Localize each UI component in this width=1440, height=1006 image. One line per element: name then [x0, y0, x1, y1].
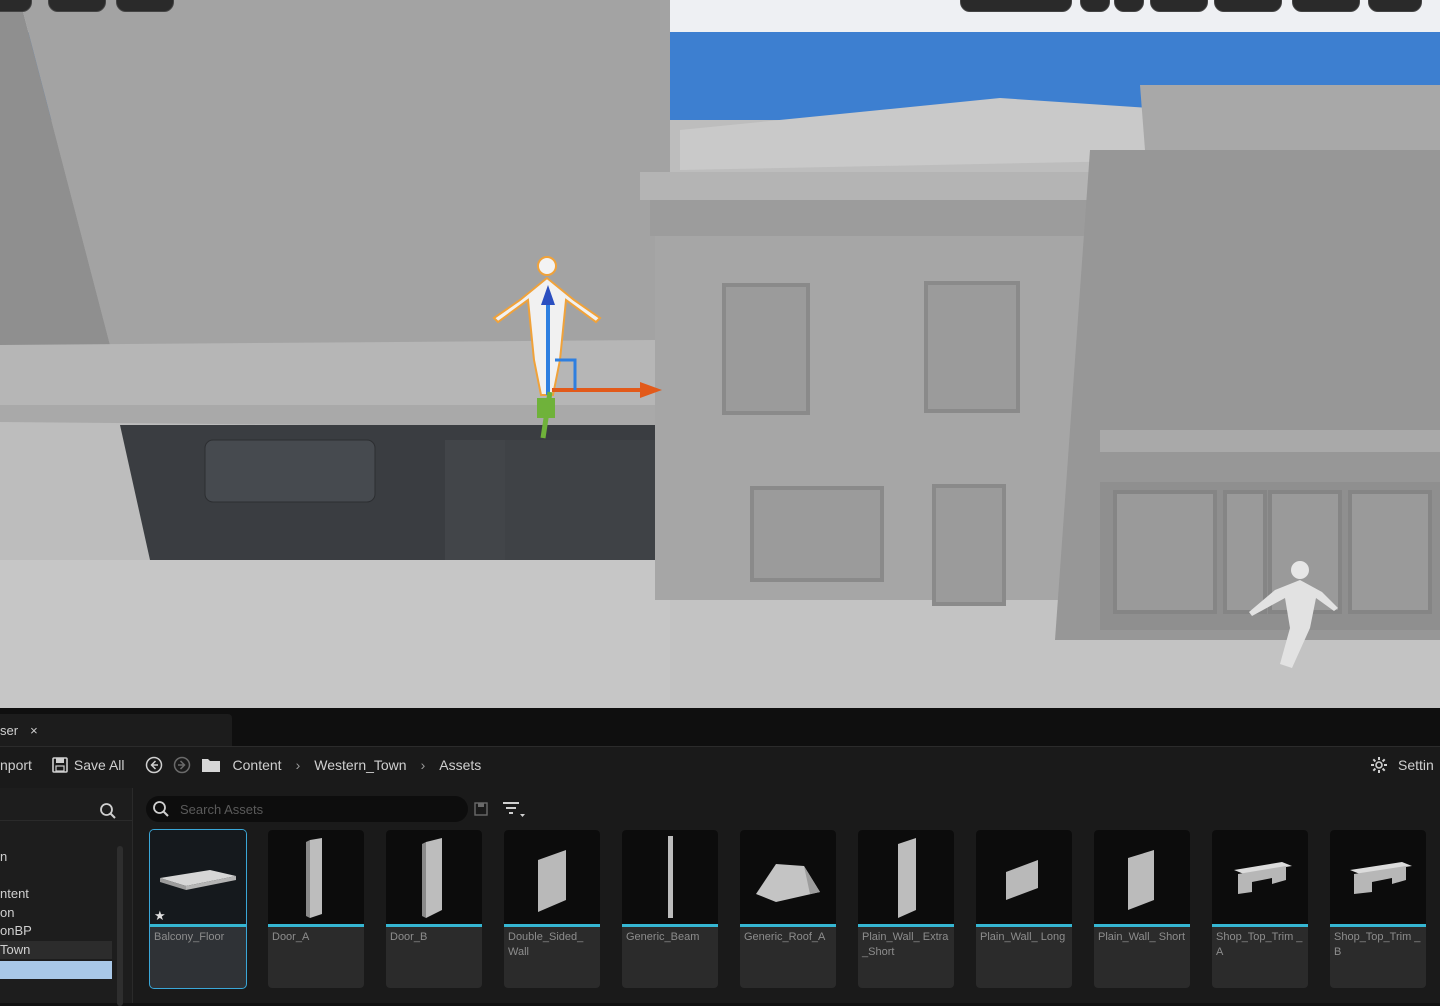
asset-tile[interactable]: Generic_Beam — [622, 830, 718, 988]
asset-tile[interactable]: Double_Sided_ Wall — [504, 830, 600, 988]
close-icon[interactable]: × — [30, 723, 38, 738]
breadcrumb-western-town[interactable]: Western_Town — [314, 757, 406, 773]
wall-mesh-icon — [538, 850, 566, 912]
search-icon[interactable] — [99, 802, 117, 820]
level-viewport[interactable] — [0, 0, 1440, 708]
save-icon — [52, 757, 68, 773]
forward-arrow-icon[interactable] — [173, 756, 191, 774]
tree-item[interactable]: on — [0, 904, 14, 922]
asset-name: Door_A — [272, 931, 310, 943]
import-button[interactable]: nport — [0, 757, 32, 773]
tree-item-assets-selected[interactable] — [0, 961, 112, 979]
asset-name: Balcony_Floor — [154, 931, 225, 943]
viewport-menu-icon[interactable] — [0, 0, 32, 12]
asset-tile[interactable]: ★ Balcony_Floor — [149, 829, 247, 989]
viewport-lit-mode[interactable] — [116, 0, 174, 12]
asset-tile[interactable]: Shop_Top_Trim _B — [1330, 830, 1426, 988]
asset-name: Double_Sided_ Wall — [508, 931, 584, 958]
transform-tools[interactable] — [960, 0, 1072, 12]
maximize-viewport-icon[interactable] — [1368, 0, 1422, 12]
wall-mesh-icon — [898, 838, 916, 918]
breadcrumb-content[interactable]: Content — [233, 757, 282, 773]
roof-mesh-icon — [756, 864, 820, 902]
wall-mesh-icon — [1006, 860, 1038, 900]
tree-item[interactable]: n — [0, 848, 7, 866]
scale-snap-icon[interactable] — [1214, 0, 1282, 12]
folder-tree-panel: n ntent on onBP Town — [0, 788, 133, 1006]
surface-snap-icon[interactable] — [1080, 0, 1110, 12]
beam-mesh-icon — [668, 836, 673, 918]
asset-tile[interactable]: Door_A — [268, 830, 364, 988]
asset-search-bar[interactable] — [146, 796, 468, 822]
search-input[interactable] — [178, 800, 452, 818]
asset-tile[interactable]: Plain_Wall_ Long — [976, 830, 1072, 988]
search-icon — [153, 801, 169, 817]
tree-item[interactable]: onBP — [0, 922, 32, 940]
breadcrumb-assets[interactable]: Assets — [439, 757, 481, 773]
asset-tile[interactable]: Plain_Wall_ Short — [1094, 830, 1190, 988]
save-all-button[interactable]: Save All — [52, 757, 125, 773]
asset-tile[interactable]: Generic_Roof_A — [740, 830, 836, 988]
wall-mesh-icon — [1128, 850, 1154, 910]
folder-search[interactable] — [0, 788, 132, 821]
tree-item-western-town[interactable]: Town — [0, 941, 112, 959]
filter-icon[interactable] — [502, 800, 526, 818]
folder-icon — [201, 759, 220, 772]
chevron-right-icon: › — [295, 757, 301, 773]
asset-name: Door_B — [390, 931, 428, 943]
asset-name: Plain_Wall_ Extra_Short — [862, 931, 949, 958]
asset-name: Shop_Top_Trim _B — [1334, 931, 1421, 958]
door-mesh-icon — [306, 838, 322, 918]
content-browser-toolbar: nport Save All Content › Western_Town › … — [0, 746, 1440, 784]
asset-tile[interactable]: Plain_Wall_ Extra_Short — [858, 830, 954, 988]
door-mesh-icon — [422, 838, 442, 918]
asset-name: Generic_Roof_A — [744, 931, 826, 943]
back-arrow-icon[interactable] — [145, 756, 163, 774]
asset-name: Plain_Wall_ Long — [980, 931, 1066, 943]
viewport-view-mode[interactable] — [48, 0, 106, 12]
chevron-right-icon: › — [420, 757, 426, 773]
asset-tile[interactable]: Door_B — [386, 830, 482, 988]
content-browser: ser × nport Save All Content › Western_T… — [0, 708, 1440, 1006]
asset-name: Plain_Wall_ Short — [1098, 931, 1186, 943]
tree-scrollbar[interactable] — [117, 846, 123, 1006]
settings-button[interactable]: Settin — [1370, 756, 1434, 774]
rotation-snap-icon[interactable] — [1150, 0, 1208, 12]
tab-label: ser — [0, 722, 19, 738]
content-browser-tab[interactable]: ser × — [0, 714, 232, 746]
trim-mesh-icon — [1350, 862, 1412, 894]
asset-name: Generic_Beam — [626, 931, 700, 943]
camera-speed-icon[interactable] — [1292, 0, 1360, 12]
viewport-scene — [0, 0, 1440, 708]
favorite-star-icon[interactable]: ★ — [154, 908, 166, 924]
tree-item[interactable]: ntent — [0, 885, 29, 903]
asset-tile[interactable]: Shop_Top_Trim _A — [1212, 830, 1308, 988]
save-search-icon[interactable] — [474, 802, 488, 816]
content-browser-tabbar: ser × — [0, 708, 1440, 747]
asset-name: Shop_Top_Trim _A — [1216, 931, 1303, 958]
gear-icon — [1371, 757, 1387, 773]
grid-snap-icon[interactable] — [1114, 0, 1144, 12]
trim-mesh-icon — [1234, 862, 1292, 894]
